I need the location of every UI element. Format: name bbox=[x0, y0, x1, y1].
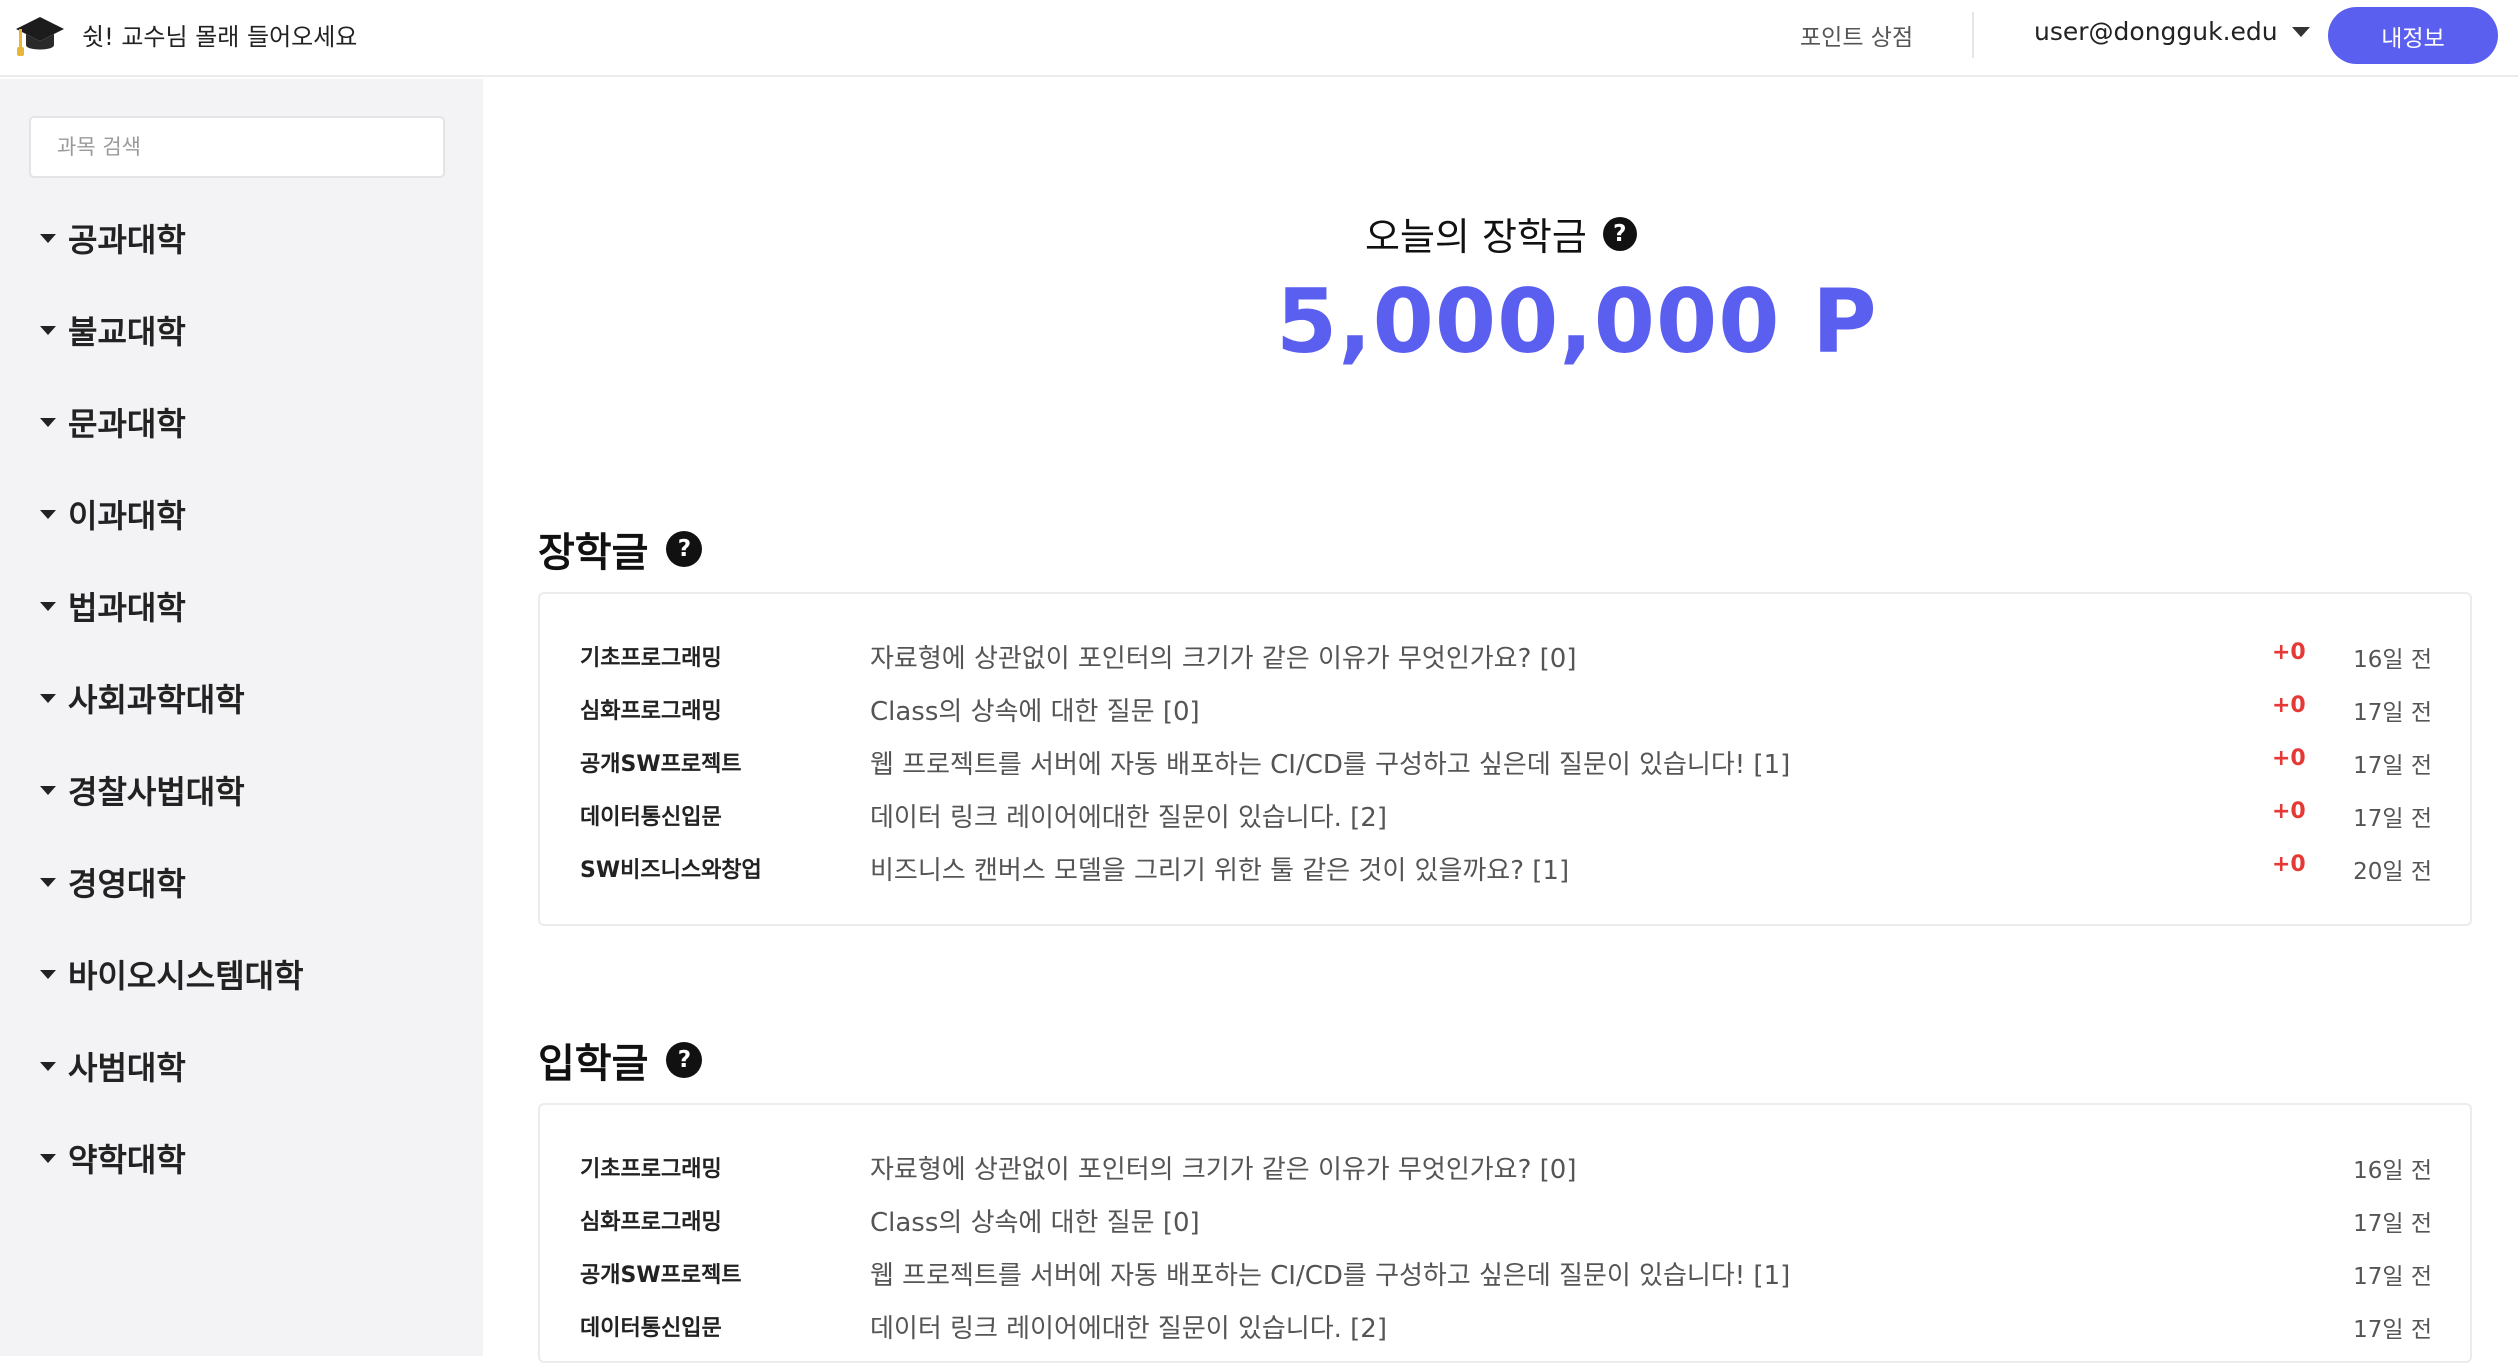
table-row[interactable]: SW비즈니스와창업 비즈니스 캔버스 모델을 그리기 위한 툴 같은 것이 있을… bbox=[540, 846, 2470, 886]
post-title[interactable]: 자료형에 상관없이 포인터의 크기가 같은 이유가 무엇인가요? [0] bbox=[870, 1149, 1576, 1186]
post-course: 기초프로그래밍 bbox=[580, 1157, 722, 1182]
scholarship-section-heading: 장학글 ? bbox=[538, 520, 703, 578]
sidebar-item-college[interactable]: 사범대학 bbox=[40, 1043, 186, 1089]
graduation-cap-icon[interactable] bbox=[14, 13, 66, 61]
header-divider bbox=[1972, 12, 1974, 58]
point-shop-link[interactable]: 포인트 상점 bbox=[1800, 18, 1913, 52]
post-time: 17일 전 bbox=[2353, 1317, 2432, 1343]
post-points: +0 bbox=[2272, 852, 2306, 877]
college-label: 사범대학 bbox=[68, 1049, 186, 1087]
sidebar-item-college[interactable]: 경찰사법대학 bbox=[40, 767, 245, 813]
post-title[interactable]: 비즈니스 캔버스 모델을 그리기 위한 툴 같은 것이 있을까요? [1] bbox=[870, 850, 1569, 887]
post-course: 심화프로그래밍 bbox=[580, 1210, 722, 1235]
post-title[interactable]: 데이터 링크 레이어에대한 질문이 있습니다. [2] bbox=[870, 797, 1387, 834]
post-title[interactable]: Class의 상속에 대한 질문 [0] bbox=[870, 691, 1200, 728]
post-time: 20일 전 bbox=[2353, 859, 2432, 885]
course-search-input[interactable] bbox=[29, 116, 445, 178]
post-time: 16일 전 bbox=[2353, 647, 2432, 673]
college-label: 이과대학 bbox=[68, 497, 186, 535]
post-title[interactable]: 웹 프로젝트를 서버에 자동 배포하는 CI/CD를 구성하고 싶은데 질문이 … bbox=[870, 744, 1790, 781]
post-title[interactable]: 웹 프로젝트를 서버에 자동 배포하는 CI/CD를 구성하고 싶은데 질문이 … bbox=[870, 1255, 1790, 1292]
today-scholarship-title: 오늘의 장학금 bbox=[1365, 215, 1587, 259]
post-time: 16일 전 bbox=[2353, 1158, 2432, 1184]
user-email: user@dongguk.edu bbox=[2034, 17, 2278, 46]
today-scholarship-heading: 오늘의 장학금 ? bbox=[1365, 206, 1637, 261]
college-label: 법과대학 bbox=[68, 589, 186, 627]
table-row[interactable]: 데이터통신입문 데이터 링크 레이어에대한 질문이 있습니다. [2] 17일 … bbox=[540, 1304, 2470, 1344]
section-title: 장학글 bbox=[538, 530, 649, 576]
post-title[interactable]: 데이터 링크 레이어에대한 질문이 있습니다. [2] bbox=[870, 1308, 1387, 1345]
post-time: 17일 전 bbox=[2353, 700, 2432, 726]
post-course: 데이터통신입문 bbox=[580, 805, 722, 830]
caret-down-icon bbox=[40, 785, 56, 795]
help-icon[interactable]: ? bbox=[666, 531, 703, 567]
caret-down-icon bbox=[40, 509, 56, 519]
caret-down-icon bbox=[40, 325, 56, 335]
caret-down-icon bbox=[40, 233, 56, 243]
chevron-down-icon bbox=[2291, 26, 2310, 37]
caret-down-icon bbox=[40, 601, 56, 611]
college-label: 약학대학 bbox=[68, 1141, 186, 1179]
post-time: 17일 전 bbox=[2353, 1264, 2432, 1290]
college-label: 경영대학 bbox=[68, 865, 186, 903]
table-row[interactable]: 심화프로그래밍 Class의 상속에 대한 질문 [0] 17일 전 bbox=[540, 1198, 2470, 1238]
sidebar-item-college[interactable]: 바이오시스템대학 bbox=[40, 951, 304, 997]
top-header: 쉿! 교수님 몰래 들어오세요 포인트 상점 user@dongguk.edu … bbox=[0, 0, 2518, 77]
post-points: +0 bbox=[2272, 693, 2306, 718]
scholarship-post-list: 기초프로그래밍 자료형에 상관없이 포인터의 크기가 같은 이유가 무엇인가요?… bbox=[538, 592, 2472, 926]
admission-post-list: 기초프로그래밍 자료형에 상관없이 포인터의 크기가 같은 이유가 무엇인가요?… bbox=[538, 1103, 2472, 1363]
post-course: SW비즈니스와창업 bbox=[580, 858, 762, 883]
college-label: 바이오시스템대학 bbox=[68, 957, 304, 995]
post-course: 기초프로그래밍 bbox=[580, 646, 722, 671]
my-info-button[interactable]: 내정보 bbox=[2328, 7, 2498, 64]
sidebar-item-college[interactable]: 문과대학 bbox=[40, 399, 186, 445]
post-points: +0 bbox=[2272, 640, 2306, 665]
caret-down-icon bbox=[40, 1061, 56, 1071]
college-label: 경찰사법대학 bbox=[68, 773, 245, 811]
caret-down-icon bbox=[40, 969, 56, 979]
post-title[interactable]: 자료형에 상관없이 포인터의 크기가 같은 이유가 무엇인가요? [0] bbox=[870, 638, 1576, 675]
sidebar-item-college[interactable]: 공과대학 bbox=[40, 215, 186, 261]
post-points: +0 bbox=[2272, 746, 2306, 771]
post-course: 데이터통신입문 bbox=[580, 1316, 722, 1341]
sidebar-item-college[interactable]: 약학대학 bbox=[40, 1135, 186, 1181]
site-title[interactable]: 쉿! 교수님 몰래 들어오세요 bbox=[82, 17, 357, 52]
help-icon[interactable]: ? bbox=[1602, 216, 1637, 251]
post-time: 17일 전 bbox=[2353, 1211, 2432, 1237]
caret-down-icon bbox=[40, 417, 56, 427]
caret-down-icon bbox=[40, 877, 56, 887]
table-row[interactable]: 기초프로그래밍 자료형에 상관없이 포인터의 크기가 같은 이유가 무엇인가요?… bbox=[540, 634, 2470, 674]
college-label: 사회과학대학 bbox=[68, 681, 245, 719]
table-row[interactable]: 심화프로그래밍 Class의 상속에 대한 질문 [0] +0 17일 전 bbox=[540, 687, 2470, 727]
post-course: 심화프로그래밍 bbox=[580, 699, 722, 724]
caret-down-icon bbox=[40, 1153, 56, 1163]
scholarship-amount: 5,000,000 P bbox=[1276, 270, 1878, 373]
college-label: 불교대학 bbox=[68, 313, 186, 351]
college-label: 공과대학 bbox=[68, 221, 186, 259]
sidebar: 공과대학 불교대학 문과대학 이과대학 법과대학 사회과학대학 경찰사법대학 경… bbox=[0, 79, 483, 1356]
post-time: 17일 전 bbox=[2353, 753, 2432, 779]
sidebar-item-college[interactable]: 법과대학 bbox=[40, 583, 186, 629]
sidebar-item-college[interactable]: 이과대학 bbox=[40, 491, 186, 537]
college-label: 문과대학 bbox=[68, 405, 186, 443]
section-title: 입학글 bbox=[538, 1041, 649, 1087]
table-row[interactable]: 데이터통신입문 데이터 링크 레이어에대한 질문이 있습니다. [2] +0 1… bbox=[540, 793, 2470, 833]
post-points: +0 bbox=[2272, 799, 2306, 824]
post-time: 17일 전 bbox=[2353, 806, 2432, 832]
table-row[interactable]: 공개SW프로젝트 웹 프로젝트를 서버에 자동 배포하는 CI/CD를 구성하고… bbox=[540, 740, 2470, 780]
post-course: 공개SW프로젝트 bbox=[580, 752, 742, 777]
user-menu[interactable]: user@dongguk.edu bbox=[2034, 17, 2310, 46]
caret-down-icon bbox=[40, 693, 56, 703]
sidebar-item-college[interactable]: 불교대학 bbox=[40, 307, 186, 353]
help-icon[interactable]: ? bbox=[666, 1042, 703, 1078]
post-course: 공개SW프로젝트 bbox=[580, 1263, 742, 1288]
sidebar-item-college[interactable]: 사회과학대학 bbox=[40, 675, 245, 721]
sidebar-item-college[interactable]: 경영대학 bbox=[40, 859, 186, 905]
admission-section-heading: 입학글 ? bbox=[538, 1031, 703, 1089]
table-row[interactable]: 공개SW프로젝트 웹 프로젝트를 서버에 자동 배포하는 CI/CD를 구성하고… bbox=[540, 1251, 2470, 1291]
post-title[interactable]: Class의 상속에 대한 질문 [0] bbox=[870, 1202, 1200, 1239]
table-row[interactable]: 기초프로그래밍 자료형에 상관없이 포인터의 크기가 같은 이유가 무엇인가요?… bbox=[540, 1145, 2470, 1185]
